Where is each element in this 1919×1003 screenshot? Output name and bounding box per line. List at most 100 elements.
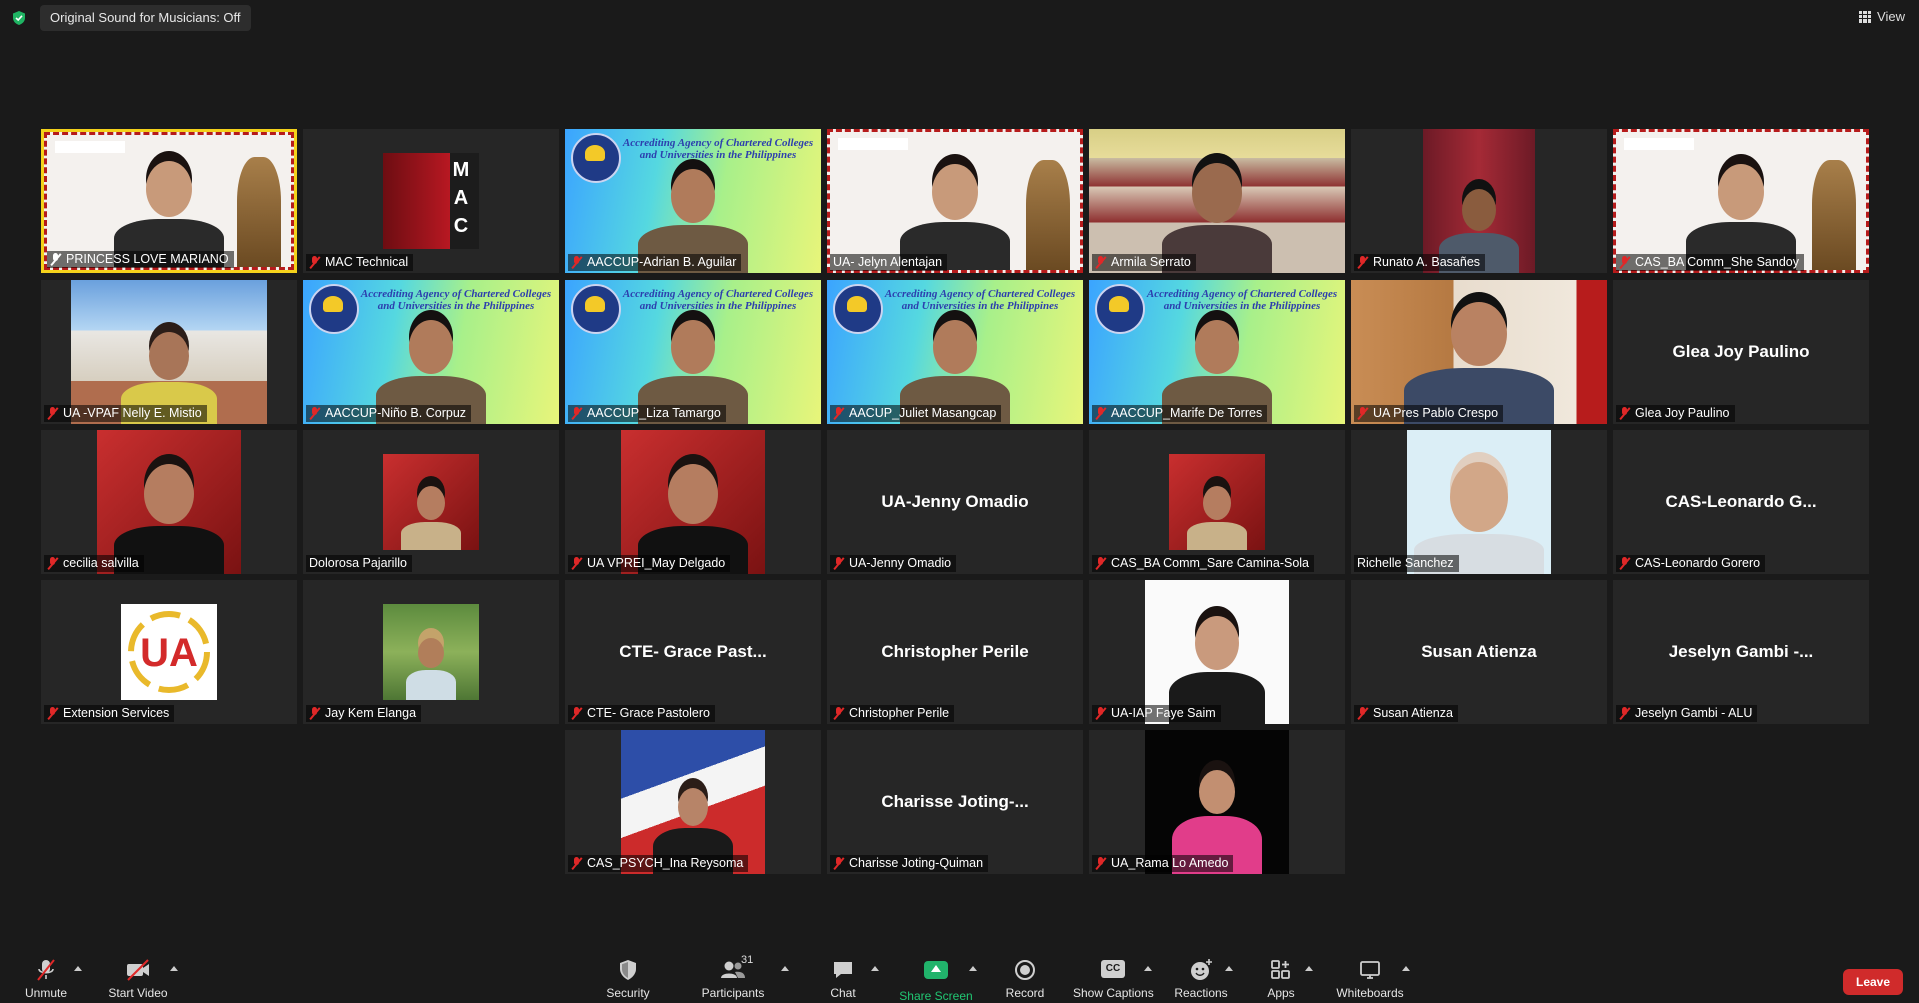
whiteboards-options-caret[interactable]	[1402, 966, 1410, 971]
muted-microphone-icon	[1619, 707, 1630, 720]
show-captions-button[interactable]: CC Show Captions	[1073, 958, 1154, 1000]
participant-name-label: AACCUP-Adrian B. Aguilar	[568, 254, 742, 271]
muted-microphone-icon	[833, 407, 844, 420]
reactions-button[interactable]: Reactions	[1161, 958, 1241, 1000]
muted-microphone-icon	[1619, 557, 1630, 570]
video-feed	[1613, 129, 1869, 273]
participant-tile[interactable]: CTE- Grace Past... CTE- Grace Pastolero	[565, 580, 821, 724]
participant-name: Armila Serrato	[1111, 255, 1191, 269]
participant-tile[interactable]: Accrediting Agency of Chartered Colleges…	[827, 280, 1083, 424]
participant-tile[interactable]: Runato A. Basañes	[1351, 129, 1607, 273]
security-label: Security	[606, 986, 650, 1000]
participant-tile[interactable]: UA-IAP Faye Saim	[1089, 580, 1345, 724]
participant-name: UA -VPAF Nelly E. Mistio	[63, 406, 202, 420]
share-screen-button[interactable]: Share Screen	[896, 958, 976, 1003]
share-options-caret[interactable]	[969, 966, 977, 971]
muted-microphone-icon	[309, 256, 320, 269]
muted-microphone-icon	[571, 407, 582, 420]
participant-name-label: CAS_PSYCH_Ina Reysoma	[568, 855, 749, 872]
participant-name: CAS_BA Comm_Sare Camina-Sola	[1111, 556, 1309, 570]
participants-icon: 31	[693, 954, 773, 982]
aaccup-logo	[309, 284, 359, 334]
participant-tile[interactable]: Accrediting Agency of Chartered Colleges…	[565, 280, 821, 424]
participant-name: Jay Kem Elanga	[325, 706, 417, 720]
apps-options-caret[interactable]	[1305, 966, 1313, 971]
participant-tile[interactable]: Accrediting Agency of Chartered Colleges…	[565, 129, 821, 273]
participant-tile[interactable]: Glea Joy Paulino Glea Joy Paulino	[1613, 280, 1869, 424]
whiteboards-button[interactable]: Whiteboards	[1330, 958, 1410, 1000]
video-feed	[1089, 129, 1345, 273]
chat-button[interactable]: Chat	[803, 958, 883, 1000]
participant-tile[interactable]: Susan Atienza Susan Atienza	[1351, 580, 1607, 724]
captions-options-caret[interactable]	[1144, 966, 1152, 971]
muted-microphone-icon	[1095, 707, 1106, 720]
participants-options-caret[interactable]	[781, 966, 789, 971]
video-feed: UA	[121, 604, 217, 700]
participant-tile[interactable]: UA VPREI_May Delgado	[565, 430, 821, 574]
muted-microphone-icon	[1357, 407, 1368, 420]
participant-name: CAS-Leonardo Gorero	[1635, 556, 1761, 570]
participant-name-label: Armila Serrato	[1092, 254, 1196, 271]
participant-tile[interactable]: UA-Jenny Omadio UA-Jenny Omadio	[827, 430, 1083, 574]
apps-button[interactable]: Apps	[1241, 958, 1321, 1000]
aaccup-logo	[571, 133, 621, 183]
participant-tile[interactable]: UA Extension Services	[41, 580, 297, 724]
video-options-caret[interactable]	[170, 966, 178, 971]
audio-options-caret[interactable]	[74, 966, 82, 971]
participant-tile[interactable]: Accrediting Agency of Chartered Colleges…	[303, 280, 559, 424]
participant-name-label: Richelle Sanchez	[1354, 555, 1459, 572]
participant-tile[interactable]: Charisse Joting-... Charisse Joting-Quima…	[827, 730, 1083, 874]
participant-tile[interactable]: cecilia salvilla	[41, 430, 297, 574]
participant-name-label: UA- Jelyn Alentajan	[830, 254, 948, 271]
participant-tile[interactable]: Accrediting Agency of Chartered Colleges…	[1089, 280, 1345, 424]
participant-name-label: CAS_BA Comm_She Sandoy	[1616, 254, 1804, 271]
participant-tile[interactable]: Richelle Sanchez	[1351, 430, 1607, 574]
participant-tile[interactable]: ✋UA -VPAF Nelly E. Mistio	[41, 280, 297, 424]
muted-microphone-icon	[571, 857, 582, 870]
aaccup-logo	[1095, 284, 1145, 334]
chat-options-caret[interactable]	[871, 966, 879, 971]
aaccup-banner-text: Accrediting Agency of Chartered Colleges…	[622, 288, 814, 312]
participant-tile[interactable]: UA_Rama Lo Amedo	[1089, 730, 1345, 874]
participant-tile[interactable]: CAS_BA Comm_She Sandoy	[1613, 129, 1869, 273]
record-button[interactable]: Record	[985, 958, 1065, 1000]
start-video-button[interactable]: Start Video	[98, 958, 178, 1000]
participant-tile[interactable]: CAS_PSYCH_Ina Reysoma	[565, 730, 821, 874]
video-feed	[621, 730, 765, 874]
reactions-label: Reactions	[1174, 986, 1228, 1000]
participant-tile[interactable]: Jay Kem Elanga	[303, 580, 559, 724]
muted-microphone-icon	[1095, 857, 1106, 870]
participant-tile[interactable]: CAS-Leonardo G... CAS-Leonardo Gorero	[1613, 430, 1869, 574]
participant-tile[interactable]: UA Pres Pablo Crespo	[1351, 280, 1607, 424]
aaccup-banner-text: Accrediting Agency of Chartered Colleges…	[622, 137, 814, 161]
captions-badge: CC	[1101, 960, 1125, 978]
participant-tile[interactable]: Jeselyn Gambi -... Jeselyn Gambi - ALU	[1613, 580, 1869, 724]
statue-backdrop	[1812, 160, 1856, 270]
participant-tile[interactable]: Dolorosa Pajarillo	[303, 430, 559, 574]
participant-name: Dolorosa Pajarillo	[309, 556, 407, 570]
muted-microphone-icon	[571, 707, 582, 720]
muted-microphone-icon	[571, 256, 582, 269]
reactions-options-caret[interactable]	[1225, 966, 1233, 971]
participant-tile[interactable]: CAS_BA Comm_Sare Camina-Sola	[1089, 430, 1345, 574]
participant-name-label: MAC Technical	[306, 254, 414, 271]
participant-tile[interactable]: PRINCESS LOVE MARIANO	[41, 129, 297, 273]
aaccup-logo	[571, 284, 621, 334]
video-feed	[827, 129, 1083, 273]
participant-name-label: UA -VPAF Nelly E. Mistio	[44, 405, 207, 422]
participant-name-label: UA VPREI_May Delgado	[568, 555, 731, 572]
security-button[interactable]: Security	[588, 958, 668, 1000]
participant-name-label: PRINCESS LOVE MARIANO	[47, 251, 234, 268]
muted-microphone-icon	[309, 707, 320, 720]
participant-tile[interactable]: M A C MAC Technical	[303, 129, 559, 273]
video-feed: Accrediting Agency of Chartered Colleges…	[303, 280, 559, 424]
participants-button[interactable]: 31 Participants	[693, 954, 773, 1000]
participant-tile[interactable]: Christopher Perile Christopher Perile	[827, 580, 1083, 724]
participant-tile[interactable]: Armila Serrato	[1089, 129, 1345, 273]
muted-microphone-icon	[309, 407, 320, 420]
university-logo	[1624, 138, 1694, 150]
leave-button[interactable]: Leave	[1843, 969, 1903, 995]
aaccup-banner-text: Accrediting Agency of Chartered Colleges…	[1146, 288, 1338, 312]
unmute-button[interactable]: Unmute	[6, 958, 86, 1000]
participant-tile[interactable]: UA- Jelyn Alentajan	[827, 129, 1083, 273]
